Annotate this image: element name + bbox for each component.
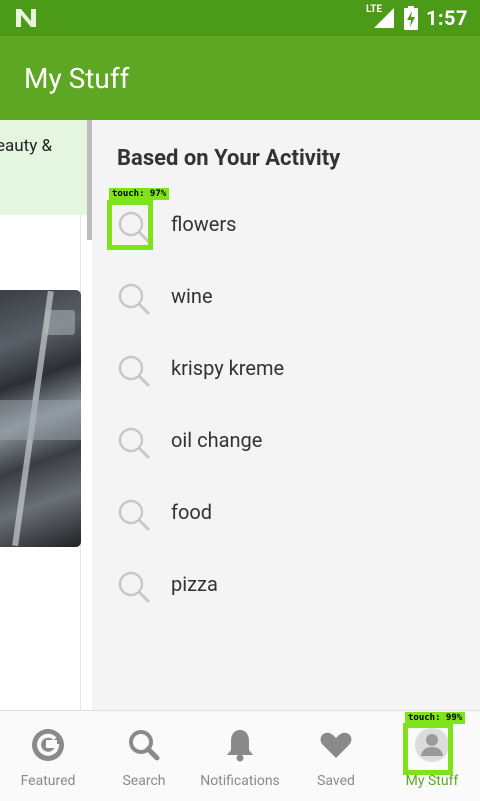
n-logo-icon (16, 9, 36, 27)
touch-overlay-tag: touch: 97% (109, 188, 170, 200)
search-icon (118, 283, 150, 315)
suggestion-label: flowers (171, 212, 237, 236)
search-icon (118, 427, 150, 459)
left-panel[interactable]: eauty & (0, 120, 92, 710)
featured-g-icon (32, 729, 64, 761)
nav-label: Featured (20, 773, 76, 789)
nav-item-featured[interactable]: Featured (0, 711, 96, 801)
suggestion-item-food[interactable]: food (92, 480, 480, 552)
suggestion-label: krispy kreme (171, 356, 285, 380)
nav-label: Saved (317, 773, 355, 789)
nav-item-search[interactable]: Search (96, 711, 192, 801)
touch-overlay-box (403, 723, 453, 775)
heart-icon (320, 732, 352, 758)
featured-photo[interactable] (0, 290, 81, 547)
page-title: My Stuff (24, 62, 130, 95)
search-icon (118, 355, 150, 387)
bell-icon (227, 730, 253, 762)
suggestion-item-krispy-kreme[interactable]: krispy kreme (92, 336, 480, 408)
nav-label: Search (122, 773, 166, 789)
nav-label: Notifications (200, 773, 280, 789)
search-icon (118, 571, 150, 603)
suggestion-item-wine[interactable]: wine (92, 264, 480, 336)
category-card-label: eauty & (0, 136, 53, 156)
touch-overlay-box (107, 200, 153, 250)
nav-item-saved[interactable]: Saved (288, 711, 384, 801)
battery-charging-icon (403, 6, 418, 30)
search-icon (118, 499, 150, 531)
suggestion-item-pizza[interactable]: pizza (92, 552, 480, 624)
status-bar: LTE 1:57 (0, 0, 480, 36)
suggestion-label: wine (171, 284, 213, 308)
suggestion-label: oil change (171, 428, 263, 452)
activity-heading: Based on Your Activity (117, 146, 341, 171)
app-bar: My Stuff (0, 36, 480, 120)
status-time: 1:57 (425, 6, 468, 30)
nav-label: My Stuff (405, 773, 459, 789)
suggestion-item-oil-change[interactable]: oil change (92, 408, 480, 480)
search-icon (129, 730, 160, 761)
signal-icon (373, 8, 394, 28)
category-card[interactable]: eauty & (0, 120, 88, 215)
suggestion-label: food (171, 500, 213, 524)
suggestion-label: pizza (171, 572, 218, 596)
nav-item-notifications[interactable]: Notifications (192, 711, 288, 801)
